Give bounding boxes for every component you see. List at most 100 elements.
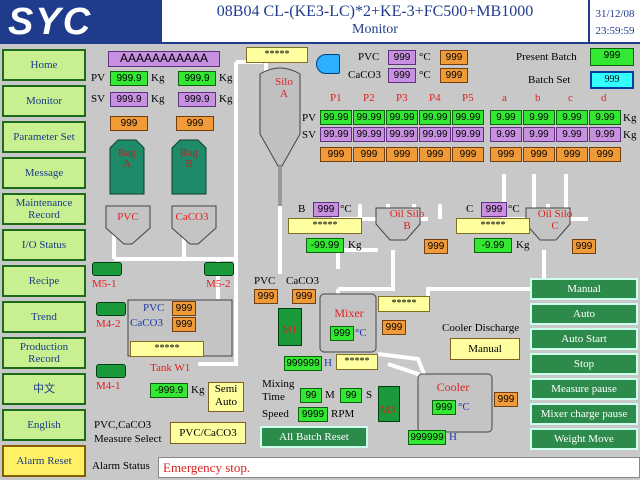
measure-select-label: PVC,CaCO3 Measure Select [94,419,162,445]
cooler-temp: 999 [432,400,456,415]
tank-name: Tank W1 [150,362,191,374]
additive-pv-value: 9.99 [556,110,588,125]
all-batch-reset-button[interactable]: All Batch Reset [260,426,368,448]
mixer-charge-pause-button[interactable]: Mixer charge pause [530,403,638,425]
present-batch-value: 999 [590,48,634,66]
table-pv-label: PV [302,112,317,124]
motor-m1-label: M1 [282,324,298,336]
cooler-discharge-label: Cooler Discharge [442,322,520,334]
title-box: 08B04 CL-(KE3-LC)*2+KE-3+FC500+MB1000 Mo… [160,0,588,44]
batch-set-input[interactable]: 999 [590,71,634,89]
sv-label: SV [91,93,106,105]
silo-caco3-label: CaCO3 [348,69,381,81]
auto-button[interactable]: Auto [530,303,638,325]
unit-kg: Kg [219,72,233,84]
hopper-caco3-label: CaCO3 [175,211,209,223]
auto-start-button[interactable]: Auto Start [530,328,638,350]
p-pv-value: 99.99 [386,110,418,125]
weight-move-button[interactable]: Weight Move [530,428,638,450]
oil-c-count: 999 [572,239,596,254]
motor-m4-2-icon [96,302,126,316]
unit-hours: H [324,357,332,369]
tank-pvc-value: 999 [172,301,196,316]
mixer-temp: 999 [330,326,354,341]
cooler-discharge-manual-button[interactable]: Manual [450,338,520,360]
p-header: P1 [330,92,342,104]
mixer-status: ***** [378,296,430,312]
unit-kg: Kg [219,93,233,105]
hopper-pvc-label: PVC [117,211,139,223]
mixer-speed: 9999 [298,407,328,422]
nav-monitor[interactable]: Monitor [2,85,86,117]
nav-trend[interactable]: Trend [2,301,86,333]
p-sv-value[interactable]: 99.99 [419,127,451,142]
unit-celsius: °C [419,51,431,63]
speed-label: Speed [262,408,289,420]
bag-b-pv: 999.9 [178,71,216,86]
page-subtitle: Monitor [352,22,398,37]
stop-button[interactable]: Stop [530,353,638,375]
p-sv-value[interactable]: 99.99 [320,127,352,142]
tank-caco3-value: 999 [172,317,196,332]
unit-kg: Kg [151,72,165,84]
alarm-message: Emergency stop. [158,457,640,478]
p-sv-value[interactable]: 99.99 [452,127,484,142]
additive-count: 999 [523,147,555,162]
unit-celsius: °C [419,69,431,81]
nav-english[interactable]: English [2,409,86,441]
unit-kg: Kg [623,129,637,141]
nav-chinese[interactable]: 中文 [2,373,86,405]
additive-pv-value: 9.99 [589,110,621,125]
nav-home[interactable]: Home [2,49,86,81]
additive-header: d [601,92,607,104]
nav-recipe[interactable]: Recipe [2,265,86,297]
mixing-time-sec: 99 [340,388,362,403]
logo: SYC [0,0,160,44]
blower-icon [316,54,340,74]
measure-select-button[interactable]: PVC/CaCO3 [170,422,246,444]
p-sv-value[interactable]: 99.99 [353,127,385,142]
date: 31/12/08 [595,8,635,20]
nav-message[interactable]: Message [2,157,86,189]
batch-set-label: Batch Set [528,74,571,86]
cooler-hours: 999999 [408,430,446,445]
silo-pvc-temp: 999 [388,50,416,65]
oil-b-letter: B [298,203,306,215]
manual-button[interactable]: Manual [530,278,638,300]
unit-kg: Kg [151,93,165,105]
silo-a-label: Silo A [275,76,293,100]
additive-sv-value[interactable]: 9.99 [523,127,555,142]
p-count: 999 [353,147,385,162]
oil-c-weight: -9.99 [474,238,512,253]
nav-parameter-set[interactable]: Parameter Set [2,121,86,153]
additive-header: b [535,92,541,104]
mixing-time-min: 99 [300,388,322,403]
additive-sv-value[interactable]: 9.99 [589,127,621,142]
additive-sv-value[interactable]: 9.99 [490,127,522,142]
p-sv-value[interactable]: 99.99 [386,127,418,142]
silo-pvc-label: PVC [358,51,380,63]
silo-pvc-value: 999 [440,50,468,65]
additive-count: 999 [490,147,522,162]
p-header: P4 [429,92,441,104]
p-header: P5 [462,92,474,104]
mixer-caco3-value: 999 [292,289,316,304]
bag-a-sv[interactable]: 999.9 [110,92,148,107]
mixer-status-2: ***** [336,354,378,370]
recipe-name: AAAAAAAAAAA [108,51,220,67]
nav-maintenance[interactable]: Maintenance Record [2,193,86,225]
oil-c-letter: C [466,203,474,215]
oil-c-status: ***** [456,218,530,234]
additive-sv-value[interactable]: 9.99 [556,127,588,142]
tank-mode-button[interactable]: Semi Auto [208,382,244,412]
measure-pause-button[interactable]: Measure pause [530,378,638,400]
unit-kg: Kg [516,239,530,251]
additive-pv-value: 9.99 [490,110,522,125]
nav-io-status[interactable]: I/O Status [2,229,86,261]
nav-production[interactable]: Production Record [2,337,86,369]
time: 23:59:59 [595,25,635,37]
alarm-reset-button[interactable]: Alarm Reset [2,445,86,477]
bag-b-sv[interactable]: 999.9 [178,92,216,107]
alarm-status-label: Alarm Status [92,460,150,472]
oil-b-status: ***** [288,218,362,234]
